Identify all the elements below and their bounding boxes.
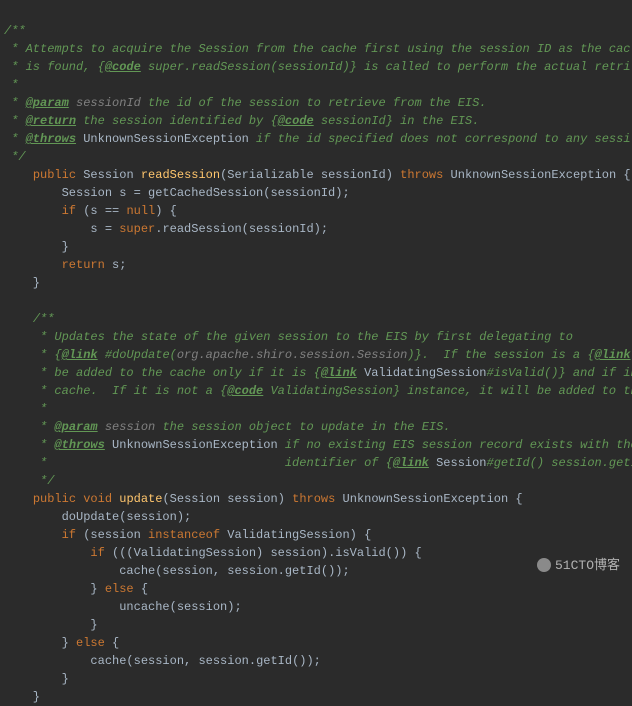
watermark-icon — [537, 558, 551, 572]
method-update: public void update(Session session) thro… — [4, 492, 523, 704]
watermark-text: 51CTO博客 — [555, 556, 620, 576]
javadoc-block: /** * Attempts to acquire the Session fr… — [4, 24, 631, 164]
javadoc-block: /** * Updates the state of the given ses… — [4, 312, 632, 488]
code-editor: /** * Attempts to acquire the Session fr… — [4, 4, 632, 706]
method-readSession: public Session readSession(Serializable … — [4, 168, 631, 290]
watermark: 51CTO博客 — [537, 556, 620, 576]
